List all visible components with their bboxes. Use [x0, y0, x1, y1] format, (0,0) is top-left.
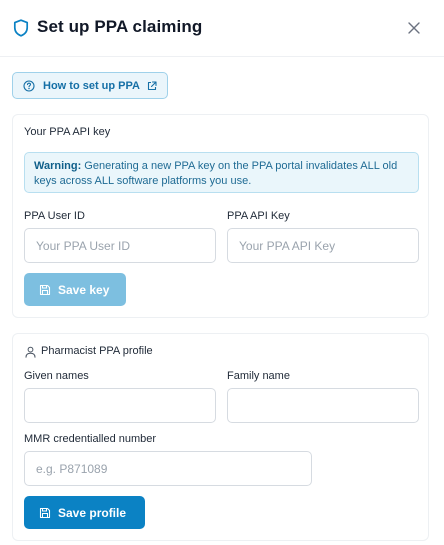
save-icon: [39, 284, 51, 295]
save-profile-label: Save profile: [58, 505, 127, 520]
person-icon: [25, 346, 36, 358]
api-key-card: Your PPA API key Warning: Generating a n…: [12, 114, 429, 318]
given-names-label: Given names: [24, 370, 89, 382]
save-icon: [39, 507, 51, 518]
shield-icon: [13, 19, 29, 37]
how-to-setup-button[interactable]: How to set up PPA: [12, 72, 168, 99]
mmr-number-input[interactable]: [24, 451, 312, 486]
dialog-title: Set up PPA claiming: [37, 17, 203, 36]
save-profile-button[interactable]: Save profile: [24, 496, 145, 529]
profile-section-title: Pharmacist PPA profile: [41, 345, 153, 357]
warning-text: Generating a new PPA key on the PPA port…: [34, 160, 398, 187]
save-key-button[interactable]: Save key: [24, 273, 126, 306]
warning-banner: Warning: Generating a new PPA key on the…: [24, 152, 419, 193]
how-to-setup-label: How to set up PPA: [43, 79, 140, 92]
ppa-api-key-label: PPA API Key: [227, 210, 290, 222]
ppa-api-key-input[interactable]: [227, 228, 419, 263]
ppa-user-id-input[interactable]: [24, 228, 216, 263]
external-link-icon: [147, 80, 157, 90]
api-key-section-title: Your PPA API key: [24, 126, 111, 138]
pharmacist-profile-card: Pharmacist PPA profile Given names Famil…: [12, 333, 429, 541]
warning-label: Warning:: [34, 160, 82, 172]
ppa-user-id-label: PPA User ID: [24, 210, 85, 222]
help-circle-icon: [23, 79, 35, 92]
close-icon[interactable]: [407, 21, 421, 35]
dialog-header: Set up PPA claiming: [0, 0, 444, 57]
mmr-number-label: MMR credentialled number: [24, 433, 157, 445]
save-key-label: Save key: [58, 282, 110, 297]
family-name-label: Family name: [227, 370, 290, 382]
given-names-input[interactable]: [24, 388, 216, 423]
family-name-input[interactable]: [227, 388, 419, 423]
